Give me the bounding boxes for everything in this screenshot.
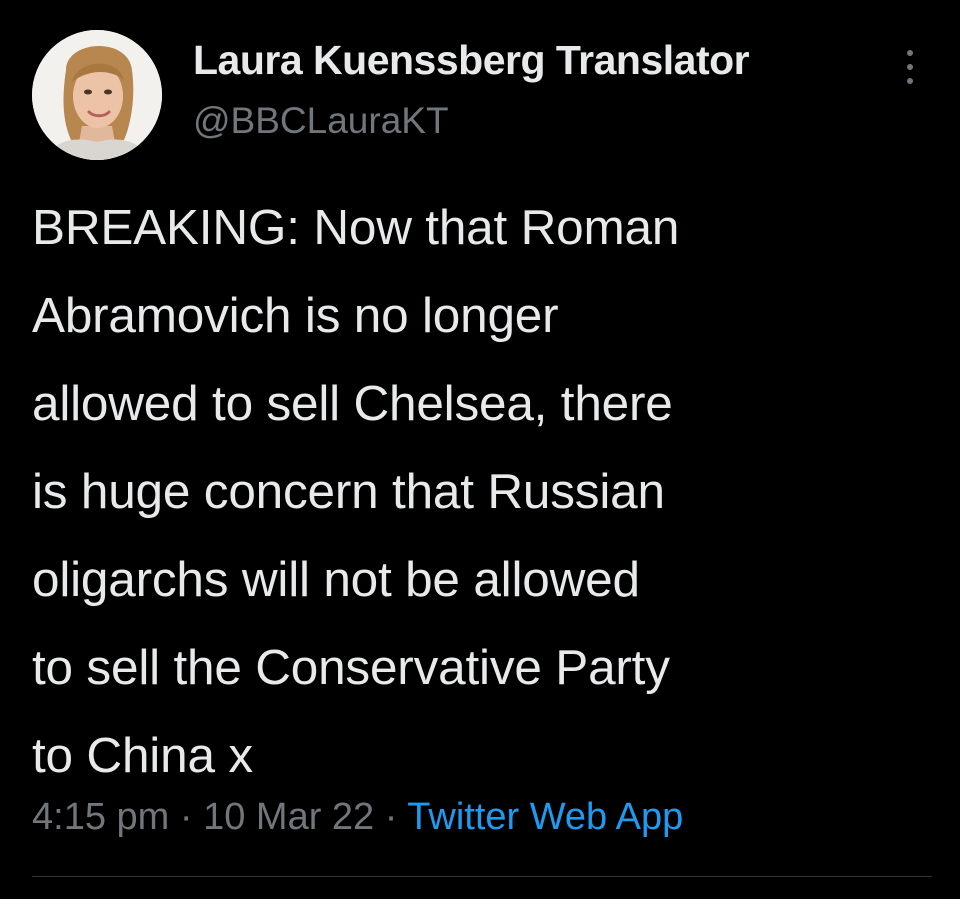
tweet-text: BREAKING: Now that Roman Abramovich is n… (32, 184, 932, 800)
tweet-text-line: is huge concern that Russian (32, 464, 665, 519)
tweet-text-line: to China x (32, 728, 253, 783)
tweet-text-line: allowed to sell Chelsea, there (32, 376, 673, 431)
tweet-text-line: BREAKING: Now that Roman (32, 200, 680, 255)
tweet: Laura Kuenssberg Translator @BBCLauraKT … (0, 0, 960, 899)
meta-separator: · (384, 796, 398, 838)
divider (32, 876, 932, 877)
avatar[interactable] (32, 30, 162, 160)
avatar-photo (32, 30, 162, 160)
tweet-text-line: to sell the Conservative Party (32, 640, 670, 695)
tweet-text-line: oligarchs will not be allowed (32, 552, 640, 607)
tweet-time[interactable]: 4:15 pm (32, 796, 169, 838)
tweet-text-line: Abramovich is no longer (32, 288, 559, 343)
tweet-date[interactable]: 10 Mar 22 (203, 796, 374, 838)
tweet-source-link[interactable]: Twitter Web App (407, 796, 683, 838)
author-handle[interactable]: @BBCLauraKT (193, 100, 449, 142)
more-vertical-icon[interactable] (893, 44, 927, 92)
author-display-name[interactable]: Laura Kuenssberg Translator (193, 37, 750, 84)
meta-separator: · (179, 796, 193, 838)
tweet-meta: 4:15 pm · 10 Mar 22 · Twitter Web App (32, 796, 683, 839)
